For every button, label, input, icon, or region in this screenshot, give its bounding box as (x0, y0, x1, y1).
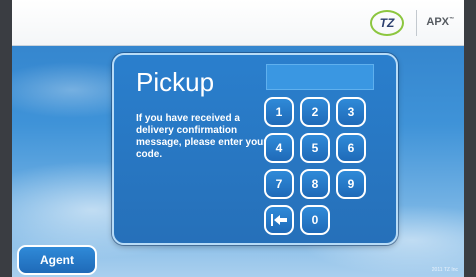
pickup-instructions: If you have received a delivery confirma… (136, 113, 268, 160)
key-6[interactable]: 6 (336, 133, 366, 163)
key-1[interactable]: 1 (264, 97, 294, 127)
key-3[interactable]: 3 (336, 97, 366, 127)
tz-logo: TZ (370, 10, 404, 36)
key-8[interactable]: 8 (300, 169, 330, 199)
logo-divider (416, 10, 417, 36)
key-4[interactable]: 4 (264, 133, 294, 163)
key-5[interactable]: 5 (300, 133, 330, 163)
key-2[interactable]: 2 (300, 97, 330, 127)
pickup-panel: Pickup If you have received a delivery c… (112, 53, 398, 245)
key-9[interactable]: 9 (336, 169, 366, 199)
footer-note: 2011 TZ Inc (431, 267, 458, 273)
key-7[interactable]: 7 (264, 169, 294, 199)
page-title: Pickup (136, 67, 215, 97)
key-0[interactable]: 0 (300, 205, 330, 235)
tz-logo-text: TZ (379, 16, 395, 30)
apx-logo: APX™ (426, 16, 454, 28)
code-entry-field[interactable] (266, 64, 374, 90)
backspace-button[interactable] (264, 205, 294, 235)
header-bar: TZ APX™ (12, 0, 464, 46)
apx-logo-text: APX (426, 16, 449, 28)
trademark-mark: ™ (449, 16, 454, 23)
back-arrow-icon (271, 214, 287, 226)
kiosk-screen: TZ APX™ Pickup If you have received a de… (0, 0, 476, 277)
agent-button[interactable]: Agent (17, 245, 97, 275)
